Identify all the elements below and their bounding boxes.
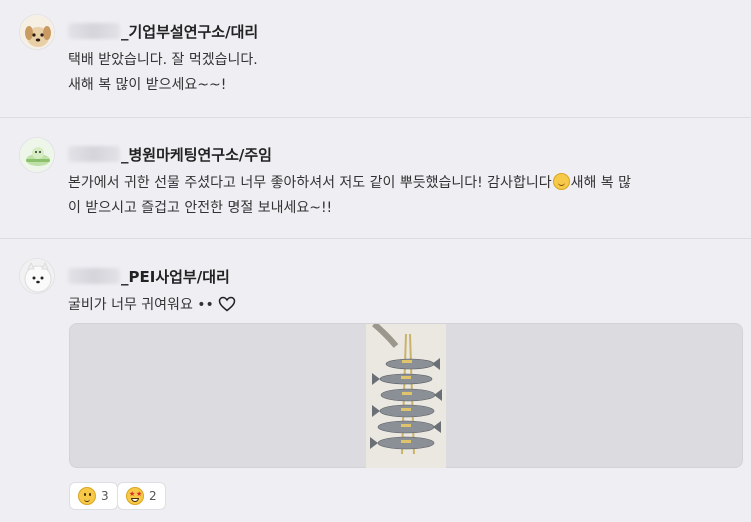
reaction-star-struck[interactable]: ★ ★ 2	[117, 482, 166, 510]
reaction-count: 2	[149, 489, 157, 503]
blurred-name	[68, 268, 120, 284]
comment-author[interactable]: _PEI사업부/대리	[68, 265, 230, 287]
comment-text: 새해 복 많	[570, 175, 632, 191]
comment-text-line: 새해 복 많이 받으세요~~!	[68, 77, 227, 93]
pomeranian-avatar-icon[interactable]	[19, 258, 55, 294]
attached-image-container[interactable]	[69, 321, 743, 468]
cartoon-avatar-icon[interactable]	[19, 137, 55, 173]
reaction-smile[interactable]: 3	[69, 482, 118, 510]
comment-text-line: 굴비가 너무 귀여워요 ••	[68, 294, 236, 314]
comment-author[interactable]: _병원마케팅연구소/주임	[68, 143, 272, 165]
comment-text-line: 택배 받았습니다. 잘 먹겠습니다.	[68, 52, 258, 68]
author-suffix: _병원마케팅연구소/주임	[121, 145, 272, 164]
author-suffix: _PEI사업부/대리	[121, 267, 230, 286]
comment-separator	[0, 117, 751, 118]
comment-text-line: 본가에서 귀한 선물 주셨다고 너무 좋아하셔서 저도 같이 뿌듯했습니다! 감…	[68, 172, 631, 192]
smiling-face-icon	[78, 487, 96, 505]
comment-author[interactable]: _기업부설연구소/대리	[68, 20, 258, 42]
smiling-face-icon	[552, 173, 570, 190]
puppy-avatar-icon[interactable]	[19, 14, 55, 50]
comment-text: 본가에서 귀한 선물 주셨다고 너무 좋아하셔서 저도 같이 뿌듯했습니다! 감…	[68, 175, 552, 191]
blurred-name	[68, 146, 120, 162]
heart-icon	[218, 296, 236, 312]
comment-text: 굴비가 너무 귀여워요 ••	[68, 297, 214, 313]
author-suffix: _기업부설연구소/대리	[121, 22, 259, 41]
comment-text-line: 이 받으시고 즐겁고 안전한 명절 보내세요~!!	[68, 200, 333, 216]
dried-fish-photo[interactable]	[366, 321, 446, 468]
reaction-count: 3	[101, 489, 109, 503]
comment-separator	[0, 238, 751, 239]
blurred-name	[68, 23, 120, 39]
star-struck-face-icon: ★ ★	[126, 487, 144, 505]
